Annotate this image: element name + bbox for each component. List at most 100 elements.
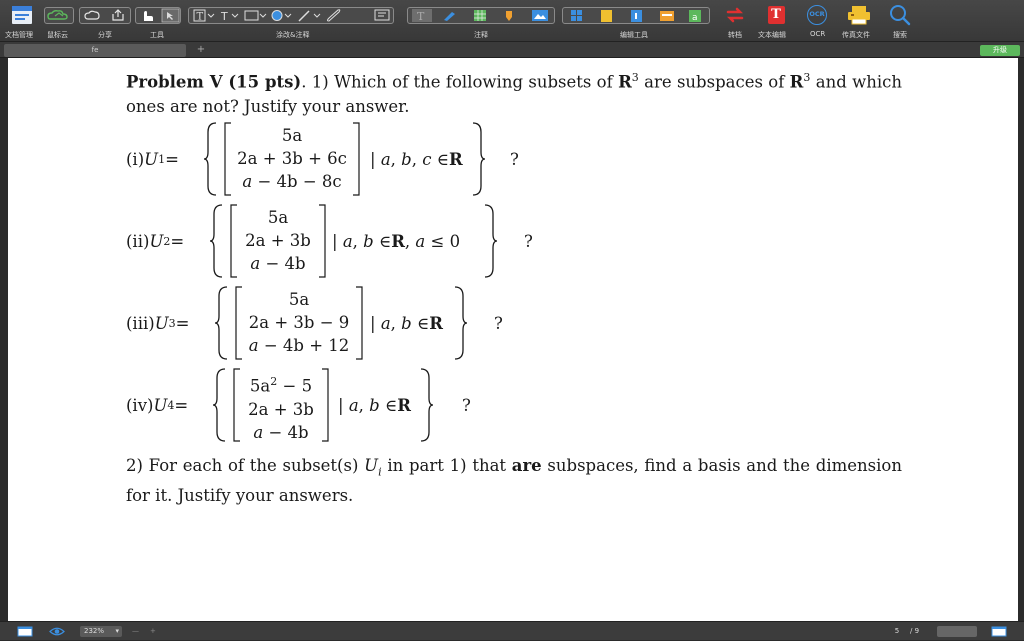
right-brace — [484, 204, 498, 278]
equals-sign: = — [170, 231, 185, 251]
current-page-field[interactable]: 5 — [890, 626, 904, 637]
condition-text: | a, b ∈ — [332, 231, 392, 251]
matrix-left-bracket — [233, 368, 240, 442]
label-tools: 工具 — [150, 31, 164, 39]
vector-entry: a − 4b — [250, 254, 306, 273]
tab-strip: fe + 升级 — [0, 42, 1024, 58]
part-two: 2) For each of the subset(s) Ui in part … — [126, 454, 902, 508]
reals-symbol: R — [429, 313, 443, 333]
tools-group — [135, 7, 181, 24]
column-vector: 5a2 − 5 2a + 3b a − 4b — [241, 370, 321, 444]
column-vector: 5a 2a + 3b − 9 a − 4b + 12 — [243, 288, 355, 357]
condition-text: | a, b, c ∈ — [370, 149, 449, 169]
item-number: (iv) — [126, 395, 154, 415]
emphasis-are: are — [511, 456, 542, 475]
problem-intro: Problem V (15 pts). 1) Which of the foll… — [126, 66, 902, 118]
matrix-left-bracket — [235, 286, 242, 360]
label-cloud: 鼠标云 — [47, 31, 68, 39]
set-condition: | a, b ∈ R — [338, 364, 411, 446]
matrix-right-bracket — [319, 204, 326, 278]
question-mark: ? — [494, 313, 503, 333]
label-share: 分享 — [98, 31, 112, 39]
label-markup: 涂改&注释 — [276, 31, 310, 39]
left-brace — [214, 286, 228, 360]
label-convert: 转档 — [728, 31, 742, 39]
set-name: U — [154, 313, 169, 333]
subset-label: (ii) U2 = — [126, 200, 184, 282]
right-brace — [454, 286, 468, 360]
set-condition: | a, b ∈ R, a ≤ 0 — [332, 200, 460, 282]
right-brace — [472, 122, 486, 196]
subset-item: (iv) U4 = 5a2 − 5 2a + 3b a − 4b | a, b … — [126, 364, 902, 446]
zoom-select[interactable]: 232% ▾ — [80, 626, 122, 637]
add-tab-button[interactable]: + — [195, 43, 207, 56]
chevron-down-icon: ▾ — [115, 627, 119, 635]
set-subscript: 4 — [167, 398, 175, 412]
vector-entry: 5a — [288, 290, 310, 309]
label-document-manager: 文档管理 — [5, 31, 33, 39]
question-mark: ? — [462, 395, 471, 415]
text-edit-icon[interactable]: T — [766, 5, 786, 25]
label-search: 搜索 — [893, 31, 907, 39]
document-page: Problem V (15 pts). 1) Which of the foll… — [8, 58, 1018, 621]
column-vector: 5a 2a + 3b + 6c a − 4b − 8c — [232, 124, 352, 193]
vector-entry: a − 4b + 12 — [248, 336, 350, 355]
left-brace — [203, 122, 217, 196]
problem-title: Problem V (15 pts) — [126, 72, 302, 92]
item-number: (ii) — [126, 231, 150, 251]
notes-group: T — [407, 7, 555, 24]
zoom-out-button[interactable]: — — [132, 626, 139, 637]
single-page-view-icon[interactable] — [17, 626, 33, 637]
vector-entry: 5a — [267, 208, 289, 227]
document-manager-icon[interactable] — [9, 5, 35, 25]
set-name: U — [364, 456, 379, 475]
equals-sign: = — [165, 149, 179, 169]
exponent: 3 — [631, 71, 639, 84]
page-navigator[interactable] — [937, 626, 977, 637]
question-mark: ? — [524, 231, 533, 251]
reals-symbol: R — [448, 149, 463, 169]
convert-icon[interactable] — [724, 5, 746, 25]
set-subscript: 3 — [168, 316, 176, 330]
svg-text:T: T — [417, 10, 425, 23]
set-subscript: 1 — [158, 152, 166, 166]
equals-sign: = — [174, 395, 189, 415]
share-group — [79, 7, 131, 24]
text-edit-glyph: T — [767, 6, 785, 24]
svg-text:T: T — [220, 10, 228, 23]
set-condition: | a, b ∈ R — [370, 282, 443, 364]
matrix-right-bracket — [322, 368, 329, 442]
ocr-icon[interactable]: OCR — [806, 5, 828, 25]
problem-content: Problem V (15 pts). 1) Which of the foll… — [126, 66, 902, 508]
vector-entry: a − 4b − 8c — [242, 172, 342, 191]
fax-icon[interactable] — [846, 5, 872, 25]
reals-symbol: R — [618, 72, 632, 92]
cloud-button[interactable] — [44, 7, 74, 24]
subset-label: (i) U1 = — [126, 118, 179, 200]
intro-text-b: are subspaces of — [638, 72, 790, 92]
vector-entry: 2a + 3b — [248, 399, 314, 419]
zoom-in-button[interactable]: + — [150, 626, 156, 637]
subset-item: (ii) U2 = 5a 2a + 3b a − 4b | a, b ∈ R, … — [126, 200, 902, 282]
vector-entry: a − 4b — [253, 422, 309, 442]
question-mark: ? — [510, 149, 519, 169]
vector-entry: 5a — [281, 126, 303, 145]
main-toolbar: T T T a T OCR 文档管理 鼠标云 分享 工具 涂改&注释 注释 编辑… — [0, 0, 1024, 42]
equals-sign: = — [175, 313, 190, 333]
svg-text:a: a — [692, 13, 698, 23]
tab-document[interactable]: fe — [4, 44, 186, 57]
reals-symbol: R — [391, 231, 405, 251]
vector-entry: 5a2 − 5 — [249, 375, 313, 396]
vector-entry: 2a + 3b + 6c — [237, 149, 347, 168]
condition-text: | a, b ∈ — [370, 313, 430, 333]
search-icon[interactable] — [888, 5, 912, 26]
upgrade-button[interactable]: 升级 — [980, 45, 1020, 56]
column-vector: 5a 2a + 3b a − 4b — [238, 206, 318, 275]
set-condition: | a, b, c ∈ R — [370, 118, 463, 200]
fullscreen-icon[interactable] — [991, 626, 1007, 637]
set-subscript: 2 — [163, 234, 171, 248]
matrix-left-bracket — [230, 204, 237, 278]
annotate-group: T T — [188, 7, 394, 24]
right-brace — [420, 368, 434, 442]
eye-icon[interactable] — [49, 626, 65, 637]
